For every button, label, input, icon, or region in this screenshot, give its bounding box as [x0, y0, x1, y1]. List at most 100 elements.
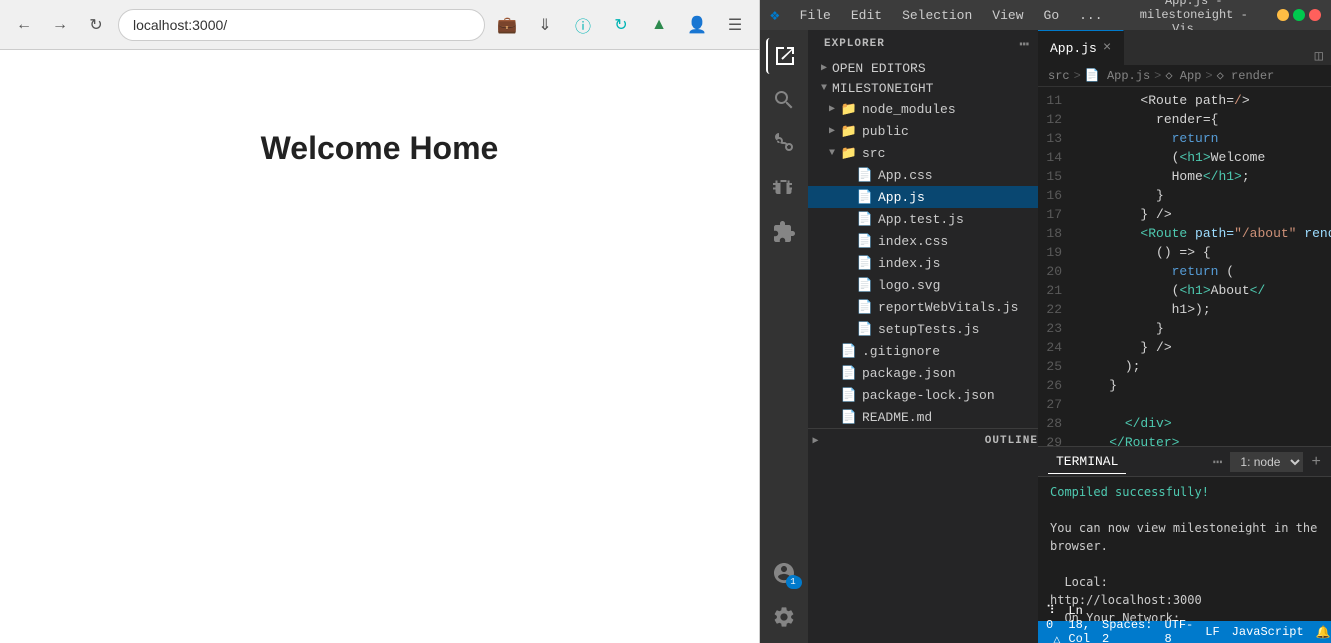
info-icon[interactable]: ⓘ [569, 11, 597, 39]
menu-more[interactable]: ... [1071, 6, 1110, 25]
status-line-ending[interactable]: LF [1205, 625, 1219, 639]
terminal-tab[interactable]: TERMINAL [1048, 450, 1126, 474]
line-num-11: 11 [1038, 91, 1078, 110]
code-line-19: 19 () => { [1038, 243, 1331, 262]
activity-settings-icon[interactable] [766, 599, 802, 635]
status-spaces[interactable]: Spaces: 2 [1102, 618, 1152, 643]
open-editors-header[interactable]: ▶ OPEN EDITORS [808, 58, 1038, 78]
tree-item-setup-tests[interactable]: ▶ 📄 setupTests.js [808, 318, 1038, 340]
welcome-heading: Welcome Home [261, 130, 499, 167]
breadcrumb-app[interactable]: ◇ App [1165, 68, 1201, 83]
activity-account-icon[interactable]: 1 [766, 555, 802, 591]
code-area[interactable]: 11 <Route path=/> 12 render={ 13 return … [1038, 87, 1331, 446]
readme-label: README.md [862, 410, 932, 425]
tree-item-package-lock-json[interactable]: ▶ 📄 package-lock.json [808, 384, 1038, 406]
vscode-logo-icon: ❖ [770, 5, 780, 25]
code-line-26: 26 } [1038, 376, 1331, 395]
explorer-header[interactable]: EXPLORER ⋯ [808, 30, 1038, 58]
menu-file[interactable]: File [792, 6, 839, 25]
index-css-label: index.css [878, 234, 948, 249]
activity-extensions-icon[interactable] [766, 214, 802, 250]
terminal-header-right: ⋯ 1: node + [1213, 452, 1321, 472]
project-root[interactable]: ▼ MILESTONEIGHT [808, 78, 1038, 98]
tree-item-package-json[interactable]: ▶ 📄 package.json [808, 362, 1038, 384]
line-num-29: 29 [1038, 433, 1078, 446]
terminal-node-select[interactable]: 1: node [1230, 452, 1303, 472]
breadcrumb-app-js[interactable]: 📄 App.js [1085, 68, 1150, 83]
browser-toolbar-icons: 💼 ⇓ ⓘ ↻ ▲ 👤 ☰ [493, 11, 749, 39]
index-js-label: index.js [878, 256, 940, 271]
project-arrow: ▼ [816, 80, 832, 96]
line-content-13: return [1078, 129, 1331, 148]
src-arrow: ▼ [824, 145, 840, 161]
editor-tabs: App.js × ◫ [1038, 30, 1331, 65]
terminal-add-icon[interactable]: + [1311, 453, 1321, 471]
pocket-icon[interactable]: 💼 [493, 11, 521, 39]
tree-item-node-modules[interactable]: ▶ 📁 node_modules [808, 98, 1038, 120]
folder-icon-public: 📁 [840, 122, 858, 140]
shield-icon[interactable]: ▲ [645, 11, 673, 39]
tree-item-logo-svg[interactable]: ▶ 📄 logo.svg [808, 274, 1038, 296]
activity-search-icon[interactable] [766, 82, 802, 118]
sync-icon[interactable]: ↻ [607, 11, 635, 39]
split-editor-icon[interactable]: ◫ [1315, 48, 1323, 65]
browser-panel: ← → ↻ 💼 ⇓ ⓘ ↻ ▲ 👤 ☰ Welcome Home [0, 0, 760, 643]
menu-selection[interactable]: Selection [894, 6, 980, 25]
status-errors[interactable]: ⠹ 0 △ 0 [1046, 603, 1060, 643]
status-language[interactable]: JavaScript [1232, 625, 1304, 639]
breadcrumb-render[interactable]: ◇ render [1217, 68, 1275, 83]
menu-go[interactable]: Go [1036, 6, 1068, 25]
line-num-27: 27 [1038, 395, 1078, 414]
tree-item-app-test-js[interactable]: ▶ 📄 App.test.js [808, 208, 1038, 230]
public-arrow: ▶ [824, 123, 840, 139]
back-button[interactable]: ← [10, 11, 38, 39]
folder-icon-src: 📁 [840, 144, 858, 162]
activity-git-icon[interactable] [766, 126, 802, 162]
file-icon-package-json: 📄 [840, 364, 858, 382]
editor-tab-app-js[interactable]: App.js × [1038, 30, 1124, 65]
forward-button[interactable]: → [46, 11, 74, 39]
tree-item-readme[interactable]: ▶ 📄 README.md [808, 406, 1038, 428]
status-position[interactable]: Ln 18, Col 27 [1068, 604, 1090, 643]
tree-item-app-css[interactable]: ▶ 📄 App.css [808, 164, 1038, 186]
browser-toolbar: ← → ↻ 💼 ⇓ ⓘ ↻ ▲ 👤 ☰ [0, 0, 759, 50]
tree-item-index-js[interactable]: ▶ 📄 index.js [808, 252, 1038, 274]
line-num-28: 28 [1038, 414, 1078, 433]
tree-item-report-web-vitals[interactable]: ▶ 📄 reportWebVitals.js [808, 296, 1038, 318]
minimize-button[interactable] [1277, 9, 1289, 21]
project-name-label: MILESTONEIGHT [832, 81, 933, 96]
refresh-button[interactable]: ↻ [82, 11, 110, 39]
file-icon-js: 📄 [856, 188, 874, 206]
line-num-16: 16 [1038, 186, 1078, 205]
tab-close-icon[interactable]: × [1103, 40, 1111, 56]
account-icon[interactable]: 👤 [683, 11, 711, 39]
explorer-more-icon[interactable]: ⋯ [1019, 34, 1030, 54]
code-line-23: 23 } [1038, 319, 1331, 338]
terminal-line-3: You can now view milestoneight in the br… [1050, 519, 1319, 555]
maximize-button[interactable] [1293, 9, 1305, 21]
tree-item-index-css[interactable]: ▶ 📄 index.css [808, 230, 1038, 252]
menu-edit[interactable]: Edit [843, 6, 890, 25]
code-line-14: 14 (<h1>Welcome [1038, 148, 1331, 167]
app-test-js-label: App.test.js [878, 212, 964, 227]
address-bar[interactable] [118, 9, 485, 41]
vscode-panel: ❖ File Edit Selection View Go ... App.js… [760, 0, 1331, 643]
line-num-26: 26 [1038, 376, 1078, 395]
tree-item-app-js[interactable]: ▶ 📄 App.js [808, 186, 1038, 208]
menu-view[interactable]: View [984, 6, 1031, 25]
tree-item-src[interactable]: ▼ 📁 src [808, 142, 1038, 164]
tree-item-public[interactable]: ▶ 📁 public [808, 120, 1038, 142]
menu-icon[interactable]: ☰ [721, 11, 749, 39]
breadcrumb-src[interactable]: src [1048, 69, 1070, 83]
activity-debug-icon[interactable] [766, 170, 802, 206]
tree-item-gitignore[interactable]: ▶ 📄 .gitignore [808, 340, 1038, 362]
close-button[interactable] [1309, 9, 1321, 21]
breadcrumb: src > 📄 App.js > ◇ App > ◇ render [1038, 65, 1331, 87]
outline-header[interactable]: ▶ OUTLINE [808, 428, 1038, 453]
download-icon[interactable]: ⇓ [531, 11, 559, 39]
status-notification-icon[interactable]: 🔔 [1316, 625, 1331, 640]
explorer-label: EXPLORER [824, 38, 885, 50]
status-encoding[interactable]: UTF-8 [1164, 618, 1193, 643]
terminal-more-icon[interactable]: ⋯ [1213, 452, 1223, 472]
activity-explorer-icon[interactable] [766, 38, 802, 74]
